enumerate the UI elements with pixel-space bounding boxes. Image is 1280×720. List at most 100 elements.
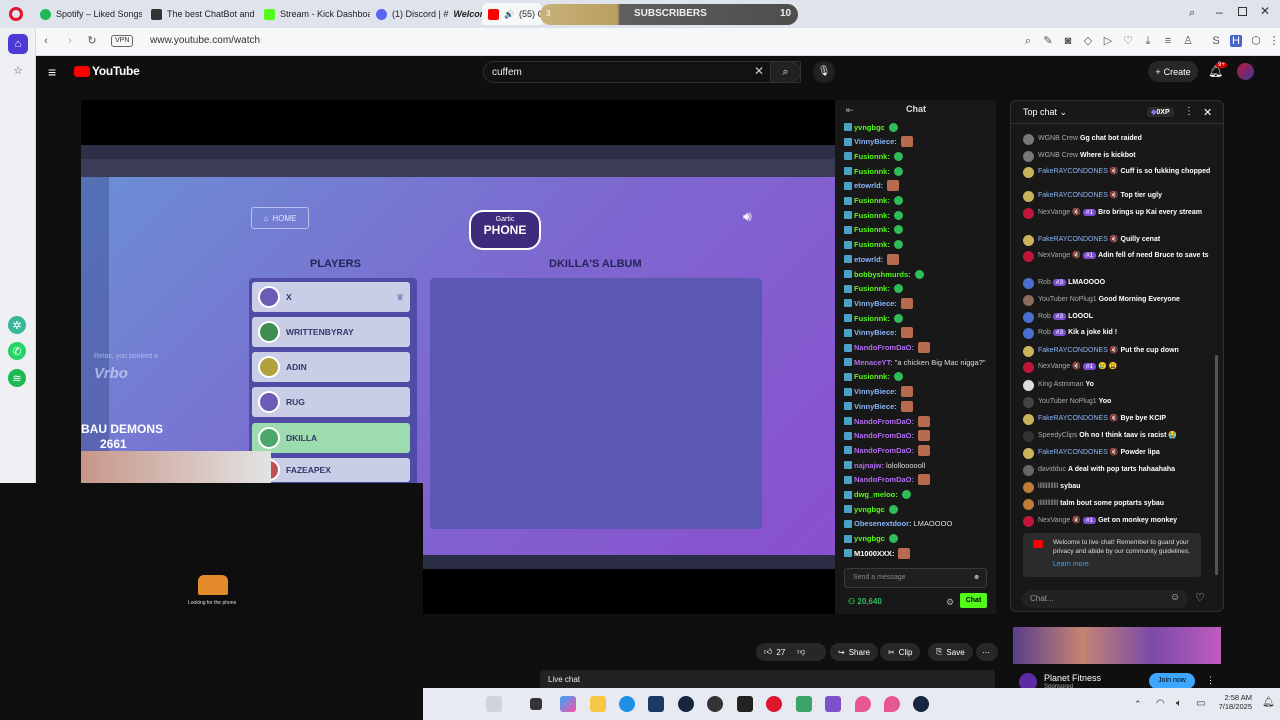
chat-avatar[interactable] (1023, 499, 1034, 510)
more-icon[interactable]: ⋮ (1268, 35, 1280, 47)
stream-chat-username[interactable]: Fusionnk: (854, 196, 890, 205)
reload-icon[interactable]: ↻ (86, 35, 98, 47)
like-button[interactable]: 👍︎ 27 👎︎ (756, 643, 826, 661)
stream-chat-username[interactable]: NandoFromDaO: (854, 446, 914, 455)
chat-avatar[interactable] (1023, 362, 1034, 373)
chat-avatar[interactable] (1023, 151, 1034, 162)
emoji-icon[interactable]: ☻ (973, 574, 980, 581)
chat-author[interactable]: NexVange 🔇 (1038, 517, 1081, 524)
stream-chat-username[interactable]: Fusionnk: (854, 240, 890, 249)
chat-avatar[interactable] (1023, 380, 1034, 391)
close-window-icon[interactable]: ✕ (1260, 4, 1270, 18)
stream-chat-username[interactable]: yvngbgc (854, 123, 885, 132)
stream-chat-username[interactable]: najnajw: (854, 461, 884, 470)
chat-avatar[interactable] (1023, 278, 1034, 289)
copilot-icon[interactable] (560, 696, 576, 712)
chat-avatar[interactable] (1023, 251, 1034, 262)
search-icon[interactable]: ⌕ (1022, 35, 1034, 47)
chat-author[interactable]: NexVange 🔇 (1038, 363, 1081, 370)
clock[interactable]: 2:58 AM 7/18/2025 (1212, 693, 1252, 711)
ad-banner-image[interactable] (1013, 627, 1221, 664)
learn-more-link[interactable]: Learn more (1053, 561, 1089, 568)
chat-author[interactable]: WGNB Crew (1038, 152, 1078, 159)
stream-chat-username[interactable]: NandoFromDaO: (854, 475, 914, 484)
chat-avatar[interactable] (1023, 482, 1034, 493)
chat-avatar[interactable] (1023, 397, 1034, 408)
play-icon[interactable]: ▷ (1102, 35, 1114, 47)
opera-logo-icon[interactable] (9, 7, 23, 21)
tab-spotify[interactable]: Spotify – Liked Songs (34, 3, 142, 25)
epic-games-icon[interactable] (737, 696, 753, 712)
stream-chat-username[interactable]: yvngbgc (854, 505, 885, 514)
live-chat-collapsed[interactable]: Live chat (540, 670, 995, 688)
chat-author[interactable]: FakeRAYCONDONES 🔇 (1038, 347, 1119, 354)
chat-author[interactable]: WGNB Crew (1038, 135, 1078, 142)
app-purple-icon[interactable] (825, 696, 841, 712)
stream-chat-username[interactable]: VinnyBiece: (854, 387, 897, 396)
edit-icon[interactable]: ✎ (1042, 35, 1054, 47)
chat-author[interactable]: lllllllllllll (1038, 500, 1058, 507)
wifi-icon[interactable]: ◠ (1156, 698, 1165, 709)
chat-author[interactable]: FakeRAYCONDONES 🔇 (1038, 415, 1119, 422)
pin-pink-icon[interactable] (855, 696, 871, 712)
whatsapp-icon[interactable]: ✆ (8, 342, 26, 360)
back-icon[interactable]: ‹ (40, 35, 52, 47)
chat-avatar[interactable] (1023, 312, 1034, 323)
stream-chat-username[interactable]: VinnyBiece: (854, 299, 897, 308)
stream-chat-username[interactable]: VinnyBiece: (854, 137, 897, 146)
stream-chat-username[interactable]: NandoFromDaO: (854, 343, 914, 352)
stream-chat-username[interactable]: NandoFromDaO: (854, 431, 914, 440)
pin-pink-icon-2[interactable] (884, 696, 900, 712)
profile-icon[interactable]: ♙ (1182, 35, 1194, 47)
emoji-picker-icon[interactable]: ☺ (1170, 592, 1180, 603)
minimize-icon[interactable]: – (1216, 5, 1223, 19)
share-button[interactable]: ↪ Share (830, 643, 879, 661)
obs-icon[interactable] (707, 696, 723, 712)
save-button[interactable]: ⎘ Save (928, 643, 973, 661)
chat-avatar[interactable] (1023, 346, 1034, 357)
chat-avatar[interactable] (1023, 208, 1034, 219)
chat-avatar[interactable] (1023, 235, 1034, 246)
extension-s-icon[interactable]: S (1210, 35, 1222, 47)
ad-more-icon[interactable]: ⋮ (1206, 675, 1215, 686)
spotify-sidebar-icon[interactable]: ≋ (8, 369, 26, 387)
xp-badge[interactable]: ◆0XP (1147, 107, 1174, 117)
taskbar-app-icon[interactable] (486, 696, 502, 712)
chat-author[interactable]: davidduc (1038, 466, 1066, 473)
stream-chat-send-button[interactable]: Chat (960, 593, 987, 608)
stream-chat-username[interactable]: Obesenextdoor: (854, 519, 912, 528)
stream-chat-username[interactable]: Fusionnk: (854, 211, 890, 220)
join-now-button[interactable]: Join now (1149, 673, 1195, 689)
chat-avatar[interactable] (1023, 431, 1034, 442)
notification-bell-icon[interactable]: 🔔︎ (1262, 697, 1275, 708)
chat-author[interactable]: FakeRAYCONDONES 🔇 (1038, 168, 1119, 175)
battery-icon[interactable]: ▭ (1196, 698, 1205, 709)
stream-chat-username[interactable]: etowrld: (854, 255, 883, 264)
forward-icon[interactable]: › (64, 35, 76, 47)
close-chat-icon[interactable]: ✕ (1203, 106, 1212, 119)
mic-icon[interactable]: 🎙 (813, 61, 835, 83)
tab-discord[interactable]: (1) Discord | # Welcom (370, 3, 482, 25)
home-icon[interactable]: ⌂ (8, 34, 28, 54)
search-tabs-icon[interactable]: ⌕ (1189, 7, 1195, 20)
chat-avatar[interactable] (1023, 191, 1034, 202)
create-button[interactable]: + Create (1148, 61, 1198, 82)
menu-lines-icon[interactable]: ≡ (1162, 35, 1174, 47)
youtube-logo-text[interactable]: YouTube (92, 64, 140, 78)
chat-author[interactable]: FakeRAYCONDONES 🔇 (1038, 192, 1119, 199)
chat-author[interactable]: Rob (1038, 279, 1051, 286)
chat-author[interactable]: Rob (1038, 329, 1051, 336)
stream-chat-username[interactable]: Fusionnk: (854, 314, 890, 323)
stream-chat-username[interactable]: Fusionnk: (854, 167, 890, 176)
store-icon[interactable] (648, 696, 664, 712)
camera-icon[interactable]: ◙ (1062, 35, 1074, 47)
stream-chat-username[interactable]: etowrld: (854, 181, 883, 190)
chat-avatar[interactable] (1023, 516, 1034, 527)
stream-chat-username[interactable]: MenaceYT: (854, 358, 893, 367)
chat-author[interactable]: NexVange 🔇 (1038, 252, 1081, 259)
hamburger-menu-icon[interactable]: ≡ (48, 64, 56, 80)
chat-author[interactable]: King Astroman (1038, 381, 1084, 388)
ad-title[interactable]: Planet Fitness (1044, 673, 1101, 683)
extension-puzzle-icon[interactable]: ⬡ (1250, 35, 1262, 47)
settings-gear-icon[interactable]: ⚙ (946, 597, 954, 608)
